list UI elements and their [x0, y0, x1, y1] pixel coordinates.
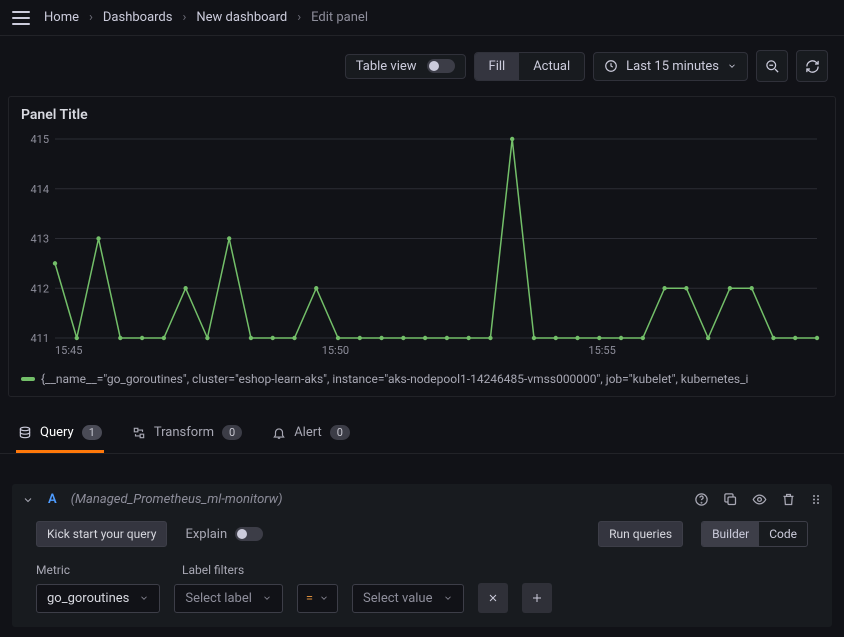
- close-icon: [487, 592, 499, 604]
- svg-text:412: 412: [30, 282, 49, 295]
- svg-text:15:45: 15:45: [55, 344, 82, 357]
- chevron-down-icon: [443, 593, 453, 603]
- metric-select[interactable]: go_goroutines: [36, 584, 160, 613]
- switch-icon[interactable]: [427, 59, 455, 73]
- explain-label: Explain: [185, 527, 227, 542]
- tab-alert[interactable]: Alert 0: [270, 415, 352, 453]
- drag-handle-icon[interactable]: [810, 492, 822, 507]
- editor-tabs: Query 1 Transform 0 Alert 0: [0, 415, 844, 454]
- breadcrumb-item-new-dashboard[interactable]: New dashboard: [196, 10, 287, 25]
- query-editor: A (Managed_Prometheus_ml-monitorw) Kick …: [12, 484, 832, 627]
- copy-icon[interactable]: [723, 492, 738, 507]
- query-ref-id[interactable]: A: [48, 492, 57, 507]
- transform-count-badge: 0: [222, 425, 242, 440]
- query-datasource: (Managed_Prometheus_ml-monitorw): [71, 492, 283, 507]
- chevron-down-icon: [262, 593, 272, 603]
- tab-transform[interactable]: Transform 0: [130, 415, 244, 453]
- remove-filter-button[interactable]: [478, 583, 508, 613]
- tab-query-label: Query: [40, 425, 74, 440]
- value-placeholder: Select value: [363, 591, 432, 606]
- fit-mode-segment: Fill Actual: [474, 52, 586, 81]
- label-filters-label: Label filters: [182, 563, 244, 577]
- table-view-label: Table view: [356, 59, 417, 74]
- chevron-down-icon: [139, 593, 149, 603]
- breadcrumb: Home › Dashboards › New dashboard › Edit…: [44, 10, 368, 25]
- svg-text:414: 414: [30, 183, 49, 196]
- svg-text:15:55: 15:55: [588, 344, 615, 357]
- transform-icon: [132, 426, 146, 440]
- chart-panel: Panel Title 411 412 413 414 415 15:45 15:50 15:…: [8, 96, 836, 397]
- table-view-toggle[interactable]: Table view: [345, 54, 466, 79]
- panel-toolbar: Table view Fill Actual Last 15 minutes: [0, 36, 844, 96]
- value-select[interactable]: Select value: [352, 584, 463, 613]
- top-bar: Home › Dashboards › New dashboard › Edit…: [0, 0, 844, 36]
- breadcrumb-item-dashboards[interactable]: Dashboards: [103, 10, 173, 25]
- legend-swatch: [21, 377, 35, 381]
- alert-count-badge: 0: [330, 425, 350, 440]
- add-filter-button[interactable]: [522, 583, 552, 613]
- query-count-badge: 1: [82, 425, 102, 440]
- label-placeholder: Select label: [185, 591, 252, 606]
- tab-query[interactable]: Query 1: [16, 415, 104, 453]
- refresh-button[interactable]: [796, 50, 828, 82]
- legend-text: {__name__="go_goroutines", cluster="esho…: [41, 372, 748, 386]
- metric-field-label: Metric: [36, 563, 70, 577]
- breadcrumb-item-edit-panel: Edit panel: [311, 10, 368, 25]
- zoom-out-button[interactable]: [756, 50, 788, 82]
- plus-icon: [531, 592, 543, 604]
- query-header: A (Managed_Prometheus_ml-monitorw): [12, 484, 832, 515]
- chart-area[interactable]: 411 412 413 414 415 15:45 15:50 15:55: [9, 133, 835, 368]
- query-fields-row: go_goroutines Select label = Select valu…: [12, 583, 832, 613]
- chevron-right-icon: ›: [89, 10, 93, 25]
- chevron-down-icon: [727, 61, 737, 71]
- help-icon[interactable]: [694, 492, 709, 507]
- operator-value: =: [306, 591, 313, 606]
- query-actions: [694, 492, 822, 507]
- query-controls-row: Kick start your query Explain Run querie…: [12, 515, 832, 553]
- tab-transform-label: Transform: [154, 425, 214, 440]
- code-mode[interactable]: Code: [759, 522, 807, 546]
- bell-icon: [272, 426, 286, 440]
- run-queries-button[interactable]: Run queries: [598, 521, 683, 547]
- eye-icon[interactable]: [752, 492, 767, 507]
- clock-icon: [604, 59, 618, 73]
- fill-option[interactable]: Fill: [475, 53, 520, 80]
- refresh-icon: [805, 59, 820, 74]
- zoom-out-icon: [765, 59, 780, 74]
- builder-mode[interactable]: Builder: [702, 522, 759, 546]
- time-range-label: Last 15 minutes: [626, 59, 719, 74]
- chevron-right-icon: ›: [297, 10, 301, 25]
- menu-icon[interactable]: [12, 11, 30, 25]
- svg-text:415: 415: [30, 133, 49, 146]
- chevron-down-icon[interactable]: [22, 494, 34, 506]
- database-icon: [18, 426, 32, 440]
- explain-toggle[interactable]: Explain: [185, 527, 263, 542]
- breadcrumb-item-home[interactable]: Home: [44, 10, 79, 25]
- switch-icon[interactable]: [235, 527, 263, 541]
- label-select[interactable]: Select label: [174, 584, 283, 613]
- tab-alert-label: Alert: [294, 425, 322, 440]
- metric-value: go_goroutines: [47, 591, 129, 606]
- line-chart[interactable]: 411 412 413 414 415 15:45 15:50 15:55: [21, 133, 823, 368]
- svg-text:411: 411: [30, 332, 49, 345]
- operator-select[interactable]: =: [297, 584, 338, 613]
- truncated-bar: [12, 458, 832, 466]
- actual-option[interactable]: Actual: [519, 53, 584, 80]
- svg-text:413: 413: [30, 233, 49, 246]
- field-labels-row: Metric Label filters: [12, 553, 832, 583]
- kick-start-button[interactable]: Kick start your query: [36, 521, 167, 547]
- time-range-picker[interactable]: Last 15 minutes: [593, 52, 748, 81]
- chevron-right-icon: ›: [182, 10, 186, 25]
- trash-icon[interactable]: [781, 492, 796, 507]
- editor-mode-segment: Builder Code: [701, 521, 808, 547]
- chart-legend[interactable]: {__name__="go_goroutines", cluster="esho…: [9, 368, 835, 396]
- chevron-down-icon: [319, 593, 329, 603]
- svg-text:15:50: 15:50: [322, 344, 349, 357]
- panel-title: Panel Title: [9, 97, 835, 133]
